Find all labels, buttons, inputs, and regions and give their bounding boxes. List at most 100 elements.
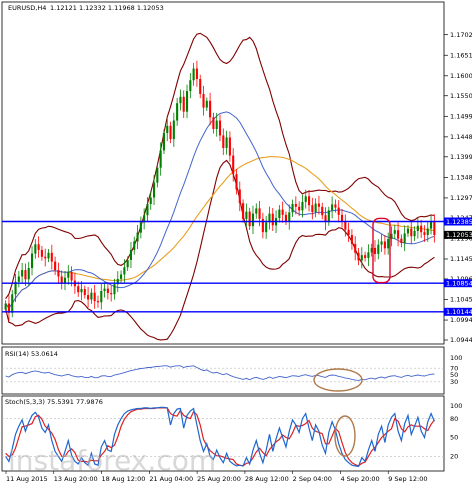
candle-body (225, 137, 228, 148)
candle-body (87, 295, 90, 300)
candle-body (390, 233, 393, 240)
candle-body (209, 100, 212, 118)
candle-body (34, 244, 37, 254)
candle-body (337, 207, 340, 215)
candle-body (360, 255, 363, 261)
candle-body (120, 274, 123, 279)
candle-body (317, 203, 320, 207)
candle-body (377, 244, 380, 254)
candle-body (44, 256, 47, 259)
candle-body (40, 249, 43, 257)
candle-body (152, 182, 156, 198)
candle-body (100, 291, 103, 303)
candle-body (281, 209, 284, 215)
stoch-tick-label: 80 (450, 415, 458, 423)
candle-body (212, 117, 215, 129)
candle-body (327, 210, 330, 223)
candle-body (123, 267, 126, 275)
candle-body (357, 252, 360, 261)
candle-body (255, 208, 258, 214)
candle-body (11, 294, 14, 313)
price-tick-label: 1.1600 (450, 72, 472, 80)
price-tag-label: 1.12385 (446, 218, 472, 226)
candle-body (126, 259, 129, 268)
price-tick-label: 1.1297 (450, 194, 472, 202)
candle-body (179, 96, 182, 104)
candle-body (311, 205, 314, 213)
candle-body (192, 68, 195, 81)
candle-body (37, 244, 40, 250)
stoch-tick-label: 100 (450, 402, 462, 410)
price-tag-label: 1.10144 (446, 308, 472, 316)
rsi-title: RSI(14) 53.0614 (5, 350, 58, 358)
candle-body (271, 213, 274, 226)
watermark-text: instaforex.com (8, 444, 216, 477)
candle-body (30, 253, 34, 269)
candle-body (265, 222, 268, 233)
candle-body (429, 221, 433, 229)
stoch-title: Stoch(5,3,3) 75.5391 77.9876 (5, 398, 103, 406)
candle-body (162, 133, 165, 151)
candle-body (185, 91, 189, 112)
candle-body (284, 214, 288, 222)
candle-body (400, 238, 403, 244)
candle-body (205, 100, 208, 108)
candle-body (4, 303, 7, 310)
candle-body (17, 276, 20, 282)
price-tick-label: 1.09445 (450, 336, 472, 344)
candle-body (258, 208, 261, 219)
candle-body (172, 120, 175, 140)
candle-body (298, 206, 301, 211)
price-tick-label: 1.1045 (450, 296, 472, 304)
candle-body (67, 272, 70, 278)
candle-body (96, 301, 100, 303)
candle-body (57, 270, 60, 277)
price-tag-label: 1.10854 (446, 280, 472, 288)
price-tick-label: 1.1702 (450, 31, 472, 39)
candle-body (218, 120, 222, 136)
candle-body (413, 230, 416, 237)
price-tag-label: 1.12053 (446, 231, 472, 239)
candle-body (133, 241, 136, 250)
candle-body (159, 150, 162, 168)
candle-body (215, 120, 218, 129)
candle-body (354, 243, 357, 253)
price-tick-label: 1.14485 (450, 133, 472, 141)
time-tick-label: 9 Sep 12:00 (388, 475, 427, 483)
chart-window: 100 70 50 30 100 80 50 20 1.1702 1.1651 1.1600 1.… (0, 0, 472, 500)
candle-body (294, 203, 297, 207)
candle-body (139, 222, 142, 233)
candle-body (24, 270, 27, 280)
candle-body (93, 292, 96, 302)
candle-body (403, 233, 406, 244)
candle-body (27, 268, 30, 280)
candle-body (291, 203, 294, 213)
candle-body (433, 221, 436, 236)
candle-body (136, 232, 139, 242)
candle-body (176, 103, 179, 121)
candle-body (331, 204, 334, 211)
candle-body (380, 241, 383, 245)
candle-body (228, 137, 231, 156)
price-tick-label: 1.11455 (450, 255, 472, 263)
candle-body (77, 286, 80, 293)
price-tick-label: 1.0994 (450, 316, 472, 324)
candle-body (410, 228, 413, 237)
candle-body (314, 203, 317, 213)
candle-body (301, 201, 304, 211)
time-tick-label: 28 Aug 12:00 (245, 475, 289, 483)
candle-body (199, 79, 202, 94)
candle-body (235, 174, 238, 190)
chart-background (0, 0, 472, 500)
candle-body (149, 197, 152, 204)
symbol-label: EURUSD,H4 (8, 4, 46, 12)
candle-body (103, 288, 106, 292)
stoch-tick-label: 50 (450, 434, 458, 442)
chart-canvas[interactable]: 100705030 100805020 1.17021.16511.16001.… (0, 0, 472, 500)
candle-body (21, 270, 24, 277)
candle-body (278, 209, 281, 219)
candle-body (387, 239, 390, 249)
rsi-tick-label: 30 (450, 378, 458, 386)
candle-body (110, 293, 113, 295)
candle-body (70, 272, 73, 281)
